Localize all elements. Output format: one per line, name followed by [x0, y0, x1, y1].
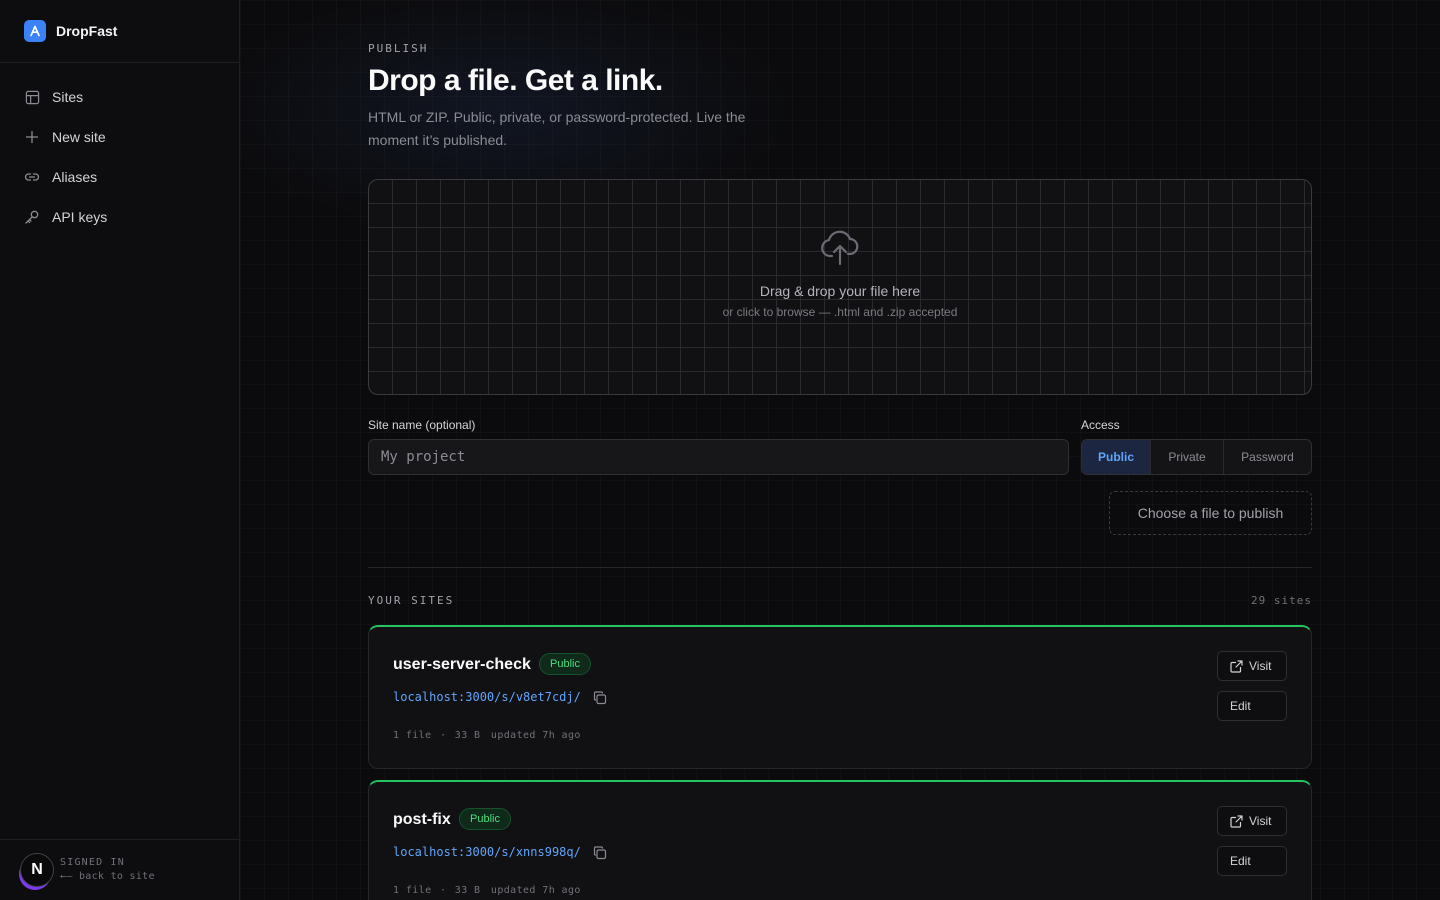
sidebar-item-label: Aliases — [52, 169, 98, 185]
visit-button[interactable]: Visit — [1217, 651, 1287, 681]
site-card: user-server-check Public localhost:3000/… — [368, 625, 1312, 769]
dropzone-title: Drag & drop your file here — [759, 283, 921, 299]
dropzone-subtitle: or click to browse — .html and .zip acce… — [722, 305, 958, 319]
edit-button[interactable]: Edit — [1217, 846, 1287, 876]
brand[interactable]: DropFast — [0, 0, 239, 63]
signed-in-label: SIGNED IN — [60, 857, 125, 868]
sidebar-item-label: New site — [52, 129, 106, 145]
site-file-count: 1 file — [393, 885, 432, 896]
copy-icon[interactable] — [593, 691, 607, 705]
status-badge: Public — [459, 808, 511, 830]
sidebar-item-api-keys[interactable]: API keys — [0, 197, 239, 237]
site-card: post-fix Public localhost:3000/s/xnns998… — [368, 780, 1312, 900]
visit-label: Visit — [1249, 659, 1272, 673]
sidebar-item-label: Sites — [52, 89, 84, 105]
brand-name: DropFast — [56, 23, 118, 39]
sites-count: 29 sites — [1251, 594, 1312, 607]
back-to-site-link[interactable]: ←— back to site — [60, 870, 155, 884]
site-name-input[interactable] — [368, 439, 1069, 475]
access-option-private[interactable]: Private — [1151, 440, 1224, 474]
site-updated: updated 7h ago — [490, 885, 581, 896]
page-title: Drop a file. Get a link. — [368, 64, 663, 97]
copy-icon[interactable] — [593, 846, 607, 860]
access-option-public[interactable]: Public — [1082, 440, 1151, 474]
site-name[interactable]: user-server-check — [393, 656, 531, 674]
avatar[interactable]: N — [20, 853, 54, 887]
page-subtitle: HTML or ZIP. Public, private, or passwor… — [368, 109, 746, 148]
visit-button[interactable]: Visit — [1217, 806, 1287, 836]
key-icon — [24, 209, 40, 225]
site-meta: 1 file · 33 B updated 7h ago — [393, 885, 581, 896]
brand-logo-icon — [24, 20, 46, 42]
sidebar-item-sites[interactable]: Sites — [0, 77, 239, 117]
access-selector: Public Private Password — [1081, 439, 1312, 475]
site-updated: updated 7h ago — [490, 730, 581, 741]
link-icon — [24, 169, 40, 185]
sidebar-item-new-site[interactable]: New site — [0, 117, 239, 157]
main-content: PUBLISH Drop a file. Get a link. HTML or… — [240, 0, 1440, 900]
sidebar: DropFast Sites New site Aliases API keys — [0, 0, 240, 900]
file-dropzone[interactable]: Drag & drop your file here or click to b… — [368, 179, 1312, 395]
edit-button[interactable]: Edit — [1217, 691, 1287, 721]
site-file-count: 1 file — [393, 730, 432, 741]
site-name-label: Site name (optional) — [368, 418, 476, 432]
visit-label: Visit — [1249, 814, 1272, 828]
publish-eyebrow: PUBLISH — [368, 42, 429, 55]
site-meta: 1 file · 33 B updated 7h ago — [393, 730, 581, 741]
site-url-link[interactable]: localhost:3000/s/v8et7cdj/ — [393, 690, 581, 704]
site-size: 33 B — [454, 885, 481, 896]
sidebar-nav: Sites New site Aliases API keys — [0, 63, 239, 237]
status-badge: Public — [539, 653, 591, 675]
sidebar-item-label: API keys — [52, 209, 108, 225]
publish-button[interactable]: Choose a file to publish — [1109, 491, 1312, 535]
grid-icon — [24, 89, 40, 105]
sites-heading: YOUR SITES — [368, 594, 455, 607]
site-size: 33 B — [454, 730, 481, 741]
sidebar-footer: N SIGNED IN ←— back to site — [0, 839, 239, 900]
plus-icon — [24, 129, 40, 145]
section-divider — [368, 567, 1312, 568]
access-label: Access — [1081, 418, 1120, 432]
access-option-password[interactable]: Password — [1224, 440, 1311, 474]
site-url-link[interactable]: localhost:3000/s/xnns998q/ — [393, 845, 581, 859]
external-link-icon — [1230, 659, 1243, 673]
cloud-upload-icon — [820, 230, 860, 271]
site-name[interactable]: post-fix — [393, 811, 451, 829]
sidebar-item-aliases[interactable]: Aliases — [0, 157, 239, 197]
external-link-icon — [1230, 814, 1243, 828]
